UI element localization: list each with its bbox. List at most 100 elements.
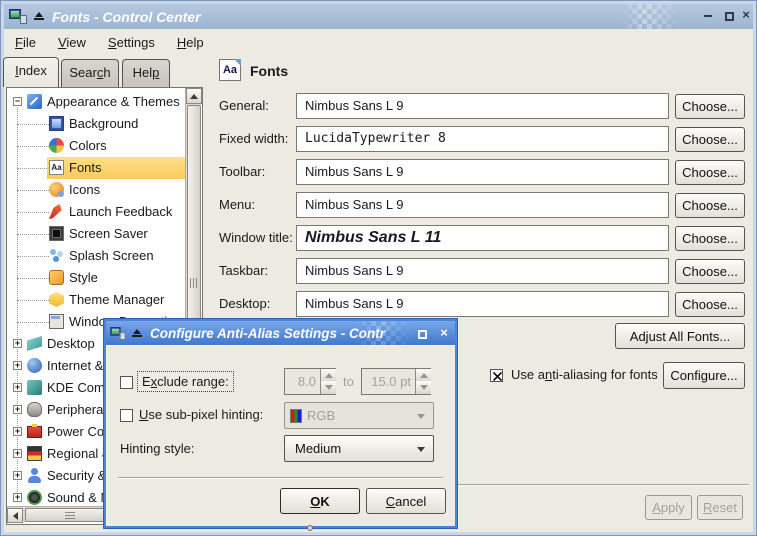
desktop-icon: [27, 336, 42, 351]
menu-view[interactable]: View: [47, 31, 97, 54]
adjust-all-fonts-button[interactable]: Adjust All Fonts...: [615, 323, 745, 349]
dialog-resize-grip[interactable]: [307, 525, 313, 531]
reset-button: Reset: [697, 495, 743, 520]
theme-manager-icon: [49, 292, 64, 307]
tree-item-fonts[interactable]: Aa Fonts: [7, 157, 185, 179]
expand-icon[interactable]: +: [13, 339, 22, 348]
expand-icon[interactable]: +: [13, 383, 22, 392]
choose-menu-button[interactable]: Choose...: [675, 193, 745, 218]
fonts-icon: Aa: [49, 160, 64, 175]
cancel-button[interactable]: Cancel: [366, 488, 446, 514]
background-icon: [49, 116, 64, 131]
hinting-style-dropdown[interactable]: Medium: [284, 435, 434, 462]
range-to-text: to: [343, 374, 354, 389]
tab-help[interactable]: Help: [122, 59, 170, 87]
dialog-title: Configure Anti-Alias Settings - Contr: [150, 326, 385, 341]
maximize-button[interactable]: [721, 8, 737, 24]
arrow-up-icon: [325, 373, 333, 378]
speaker-icon: [27, 490, 42, 505]
scroll-grip: [190, 278, 198, 288]
chevron-down-icon: [417, 414, 425, 419]
expand-icon[interactable]: +: [13, 361, 22, 370]
menu-settings[interactable]: Settings: [97, 31, 166, 54]
tab-index[interactable]: Index: [3, 57, 59, 87]
tree-item-background[interactable]: Background: [7, 113, 185, 135]
person-icon: [27, 468, 42, 483]
window-title-font-field: Nimbus Sans L 11: [296, 225, 669, 251]
scroll-up-button[interactable]: [186, 88, 202, 104]
menu-help[interactable]: Help: [166, 31, 215, 54]
tab-search[interactable]: Search: [61, 59, 119, 87]
flag-icon: [27, 446, 42, 461]
subpixel-hinting-label: Use sub-pixel hinting:: [139, 407, 263, 422]
splash-screen-icon: [49, 248, 64, 263]
colors-icon: [49, 138, 64, 153]
expand-icon[interactable]: +: [13, 449, 22, 458]
expand-icon[interactable]: +: [13, 493, 22, 502]
toolbar-font-field: Nimbus Sans L 9: [296, 159, 669, 185]
antialias-checkbox[interactable]: [490, 369, 503, 382]
dialog-maximize-button[interactable]: [414, 326, 430, 342]
choose-window-title-button[interactable]: Choose...: [675, 226, 745, 251]
close-button[interactable]: ×: [738, 7, 754, 23]
configure-button[interactable]: Configure...: [663, 362, 745, 389]
apply-button: Apply: [645, 495, 692, 520]
scroll-left-button[interactable]: [7, 508, 23, 523]
dialog-titlebar[interactable]: Configure Anti-Alias Settings - Contr: [106, 321, 455, 345]
style-icon: [49, 270, 64, 285]
globe-icon: [27, 358, 42, 373]
taskbar-font-field: Nimbus Sans L 9: [296, 258, 669, 284]
ok-button[interactable]: OK: [280, 488, 360, 514]
exclude-range-checkbox[interactable]: [120, 376, 133, 389]
window-titlebar[interactable]: Fonts - Control Center: [4, 4, 753, 29]
tree-item-icons[interactable]: Icons: [7, 179, 185, 201]
rocket-icon: [49, 204, 64, 219]
menu-file[interactable]: File: [4, 31, 47, 54]
tree-item-splash-screen[interactable]: Splash Screen: [7, 245, 185, 267]
tree-item-theme-manager[interactable]: Theme Manager: [7, 289, 185, 311]
arrow-down-icon: [325, 385, 333, 390]
exclude-range-label: Exclude range:: [137, 371, 234, 392]
choose-toolbar-button[interactable]: Choose...: [675, 160, 745, 185]
choose-general-button[interactable]: Choose...: [675, 94, 745, 119]
tree-item-appearance-themes[interactable]: − Appearance & Themes: [7, 91, 185, 113]
range-from-spinbox: 8.0 pt: [284, 368, 336, 395]
collapse-icon[interactable]: −: [13, 97, 22, 106]
expand-icon[interactable]: +: [13, 471, 22, 480]
fixed-width-font-field: LucidaTypewriter 8: [296, 126, 669, 152]
close-icon: ×: [440, 325, 448, 341]
fixed-width-label: Fixed width:: [219, 126, 297, 152]
dialog-close-button[interactable]: ×: [436, 325, 452, 341]
dialog-separator: [118, 477, 443, 479]
spin-down-button: [416, 381, 431, 394]
shade-icon[interactable]: [132, 329, 142, 338]
maximize-icon: [725, 12, 734, 21]
page-title: Fonts: [250, 63, 288, 79]
mouse-icon: [27, 402, 42, 417]
subpixel-hinting-checkbox[interactable]: [120, 409, 133, 422]
choose-fixed-width-button[interactable]: Choose...: [675, 127, 745, 152]
menubar: File View Settings Help: [4, 29, 753, 56]
choose-desktop-button[interactable]: Choose...: [675, 292, 745, 317]
battery-icon: [27, 426, 42, 438]
checkmark-x-icon: [491, 370, 504, 383]
taskbar-label: Taskbar:: [219, 258, 297, 284]
hinting-style-label: Hinting style:: [120, 441, 194, 456]
tree-item-colors[interactable]: Colors: [7, 135, 185, 157]
minimize-button[interactable]: [700, 8, 716, 24]
arrow-left-icon: [13, 512, 18, 520]
window-title-label: Window title:: [219, 225, 297, 251]
tree-item-launch-feedback[interactable]: Launch Feedback: [7, 201, 185, 223]
shade-icon[interactable]: [34, 12, 44, 21]
expand-icon[interactable]: +: [13, 427, 22, 436]
choose-taskbar-button[interactable]: Choose...: [675, 259, 745, 284]
tree-item-style[interactable]: Style: [7, 267, 185, 289]
menu-font-field: Nimbus Sans L 9: [296, 192, 669, 218]
expand-icon[interactable]: +: [13, 405, 22, 414]
rgb-stripes-icon: [290, 409, 302, 423]
tree-item-screen-saver[interactable]: Screen Saver: [7, 223, 185, 245]
titlebar-pattern: [356, 321, 414, 345]
close-icon: ×: [742, 7, 750, 23]
menu-label: Menu:: [219, 192, 297, 218]
icons-icon: [49, 182, 64, 197]
